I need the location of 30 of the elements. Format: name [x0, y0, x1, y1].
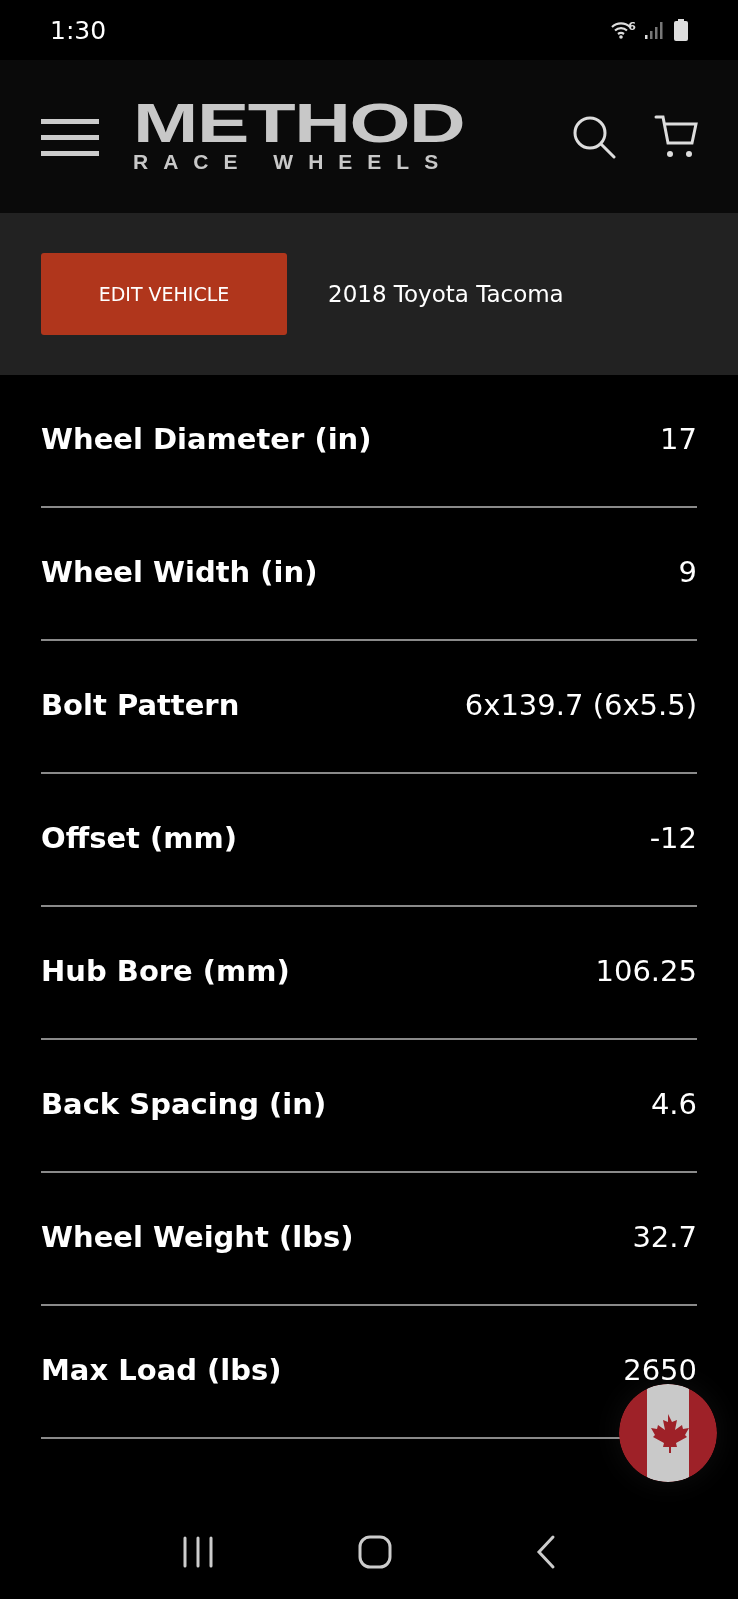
spec-label: Back Spacing (in) [41, 1086, 327, 1121]
network-label: 6 [628, 20, 636, 33]
menu-icon[interactable] [41, 116, 99, 157]
spec-value: -12 [649, 820, 697, 855]
battery-icon [674, 19, 688, 41]
spec-value: 9 [678, 554, 697, 589]
spec-label: Wheel Weight (lbs) [41, 1219, 354, 1254]
spec-value: 2650 [623, 1352, 697, 1387]
spec-value: 32.7 [632, 1219, 697, 1254]
home-icon[interactable] [357, 1534, 393, 1570]
edit-vehicle-button[interactable]: EDIT VEHICLE [41, 253, 287, 335]
spec-label: Bolt Pattern [41, 687, 240, 722]
signal-icon [644, 20, 666, 40]
recent-apps-icon[interactable] [181, 1535, 215, 1569]
spec-value: 17 [660, 421, 697, 456]
vehicle-name: 2018 Toyota Tacoma [328, 281, 564, 307]
logo-subtitle[interactable]: RACE WHEELS [133, 150, 454, 173]
search-icon[interactable] [572, 114, 616, 159]
spec-label: Max Load (lbs) [41, 1352, 282, 1387]
spec-value: 4.6 [650, 1086, 697, 1121]
spec-value: 106.25 [595, 953, 697, 988]
cart-icon[interactable] [654, 114, 698, 159]
spec-label: Offset (mm) [41, 820, 237, 855]
back-icon[interactable] [535, 1534, 557, 1570]
logo-title[interactable]: METHOD [133, 100, 503, 145]
status-time: 1:30 [50, 15, 107, 45]
spec-value: 6x139.7 (6x5.5) [464, 687, 697, 722]
spec-label: Hub Bore (mm) [41, 953, 290, 988]
spec-label: Wheel Diameter (in) [41, 421, 372, 456]
spec-label: Wheel Width (in) [41, 554, 318, 589]
